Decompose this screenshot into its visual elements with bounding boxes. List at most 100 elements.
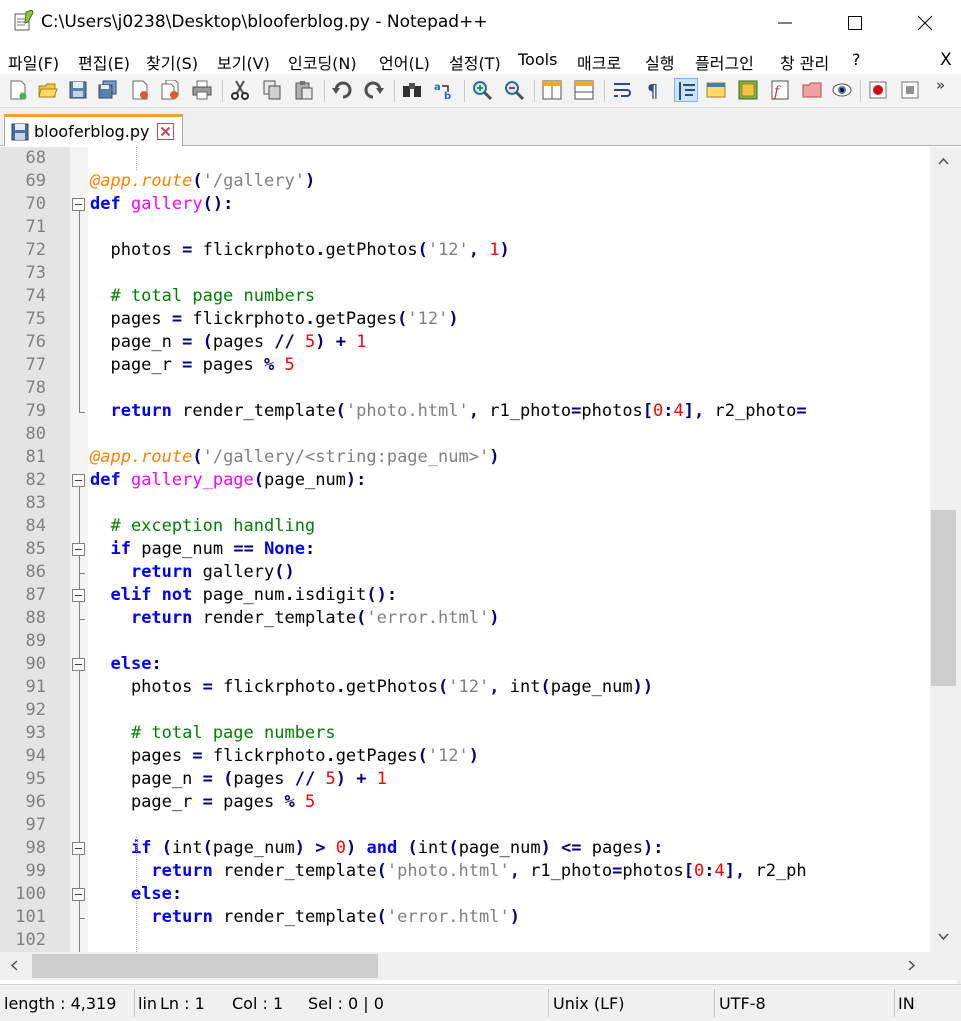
- cut-icon[interactable]: [228, 78, 252, 102]
- code-line[interactable]: 93 # total page numbers: [0, 722, 930, 745]
- zoom-in-icon[interactable]: [470, 78, 494, 102]
- tab-blooferblog[interactable]: blooferblog.py: [4, 114, 183, 146]
- code-line[interactable]: 76 page_n = (pages // 5) + 1: [0, 331, 930, 354]
- code-line[interactable]: 78: [0, 377, 930, 400]
- close-window-button[interactable]: [890, 0, 960, 46]
- code-line[interactable]: 89: [0, 630, 930, 653]
- code-line[interactable]: 87 elif not page_num.isdigit():: [0, 584, 930, 607]
- horizontal-scrollbar[interactable]: [0, 952, 930, 980]
- status-encoding[interactable]: UTF-8: [719, 994, 766, 1013]
- scroll-up-icon[interactable]: [938, 157, 949, 165]
- doc-map-icon[interactable]: [736, 78, 760, 102]
- code-line[interactable]: 96 page_r = pages % 5: [0, 791, 930, 814]
- menu-help[interactable]: ?: [852, 50, 861, 69]
- code-line[interactable]: 82 def gallery_page(page_num):: [0, 469, 930, 492]
- scroll-down-icon[interactable]: [938, 933, 949, 941]
- record-macro-icon[interactable]: [866, 78, 890, 102]
- code-line[interactable]: 91 photos = flickrphoto.getPhotos('12', …: [0, 676, 930, 699]
- show-all-chars-icon[interactable]: ¶: [642, 78, 666, 102]
- scroll-right-icon[interactable]: [908, 960, 916, 971]
- fold-toggle-icon[interactable]: [72, 888, 85, 901]
- menu-settings[interactable]: 설정(T): [449, 50, 501, 74]
- menu-plugins[interactable]: 플러그인: [695, 50, 754, 74]
- sync-horizontal-icon[interactable]: [572, 78, 596, 102]
- function-list-icon[interactable]: f: [768, 78, 792, 102]
- redo-icon[interactable]: [362, 78, 386, 102]
- fold-toggle-icon[interactable]: [72, 842, 85, 855]
- new-file-icon[interactable]: [6, 78, 30, 102]
- code-line[interactable]: 99 return render_template('photo.html', …: [0, 860, 930, 883]
- minimize-button[interactable]: [750, 0, 820, 46]
- word-wrap-icon[interactable]: [610, 78, 634, 102]
- code-line[interactable]: 81 @app.route('/gallery/<string:page_num>…: [0, 446, 930, 469]
- code-line[interactable]: 72 photos = flickrphoto.getPhotos('12', …: [0, 239, 930, 262]
- code-line[interactable]: 94 pages = flickrphoto.getPages('12'): [0, 745, 930, 768]
- fold-toggle-icon[interactable]: [72, 658, 85, 671]
- vertical-scroll-thumb[interactable]: [931, 510, 956, 686]
- scroll-left-icon[interactable]: [10, 960, 18, 971]
- code-line[interactable]: 69 @app.route('/gallery'): [0, 170, 930, 193]
- vertical-scrollbar[interactable]: [930, 147, 957, 952]
- code-line[interactable]: 88 return render_template('error.html'): [0, 607, 930, 630]
- code-line[interactable]: 101 return render_template('error.html'): [0, 906, 930, 929]
- menu-window[interactable]: 창 관리: [780, 50, 829, 74]
- user-language-icon[interactable]: [704, 78, 728, 102]
- folder-workspace-icon[interactable]: [800, 78, 824, 102]
- code-line[interactable]: 84 # exception handling: [0, 515, 930, 538]
- menu-run[interactable]: 실행: [645, 50, 674, 74]
- horizontal-scroll-thumb[interactable]: [32, 954, 378, 978]
- code-line[interactable]: 98 if (int(page_num) > 0) and (int(page_…: [0, 837, 930, 860]
- save-all-icon[interactable]: [96, 78, 120, 102]
- code-line[interactable]: 95 page_n = (pages // 5) + 1: [0, 768, 930, 791]
- close-file-icon[interactable]: [128, 78, 152, 102]
- code-editor[interactable]: 68 69 @app.route('/gallery') 70 def gallery(…: [0, 147, 930, 952]
- code-line[interactable]: 79 return render_template('photo.html', …: [0, 400, 930, 423]
- code-line[interactable]: 73: [0, 262, 930, 285]
- code-line[interactable]: 97: [0, 814, 930, 837]
- menu-macro[interactable]: 매크로: [577, 50, 621, 74]
- find-icon[interactable]: [400, 78, 424, 102]
- code-line[interactable]: 71: [0, 216, 930, 239]
- tab-close-icon[interactable]: [157, 123, 174, 140]
- menu-file[interactable]: 파일(F): [8, 50, 59, 74]
- menu-view[interactable]: 보기(V): [217, 50, 270, 74]
- code-line[interactable]: 80: [0, 423, 930, 446]
- code-line[interactable]: 85 if page_num == None:: [0, 538, 930, 561]
- print-icon[interactable]: [190, 78, 214, 102]
- menu-search[interactable]: 찾기(S): [146, 50, 198, 74]
- code-line[interactable]: 90 else:: [0, 653, 930, 676]
- monitoring-icon[interactable]: [830, 78, 854, 102]
- code-line[interactable]: 102: [0, 929, 930, 952]
- close-all-icon[interactable]: [158, 78, 182, 102]
- sync-vertical-icon[interactable]: [540, 78, 564, 102]
- menu-language[interactable]: 언어(L): [379, 50, 430, 74]
- code-line[interactable]: 70 def gallery():: [0, 193, 930, 216]
- menu-tools[interactable]: Tools: [518, 50, 557, 69]
- indent-guide-icon[interactable]: [674, 78, 698, 102]
- code-line[interactable]: 92: [0, 699, 930, 722]
- code-line[interactable]: 74 # total page numbers: [0, 285, 930, 308]
- code-line[interactable]: 68: [0, 147, 930, 170]
- zoom-out-icon[interactable]: [502, 78, 526, 102]
- stop-macro-icon[interactable]: [898, 78, 922, 102]
- fold-toggle-icon[interactable]: [72, 474, 85, 487]
- save-icon[interactable]: [66, 78, 90, 102]
- code-line[interactable]: 77 page_r = pages % 5: [0, 354, 930, 377]
- fold-toggle-icon[interactable]: [72, 543, 85, 556]
- menu-edit[interactable]: 편집(E): [78, 50, 130, 74]
- replace-icon[interactable]: ab: [432, 78, 456, 102]
- code-line[interactable]: 100 else:: [0, 883, 930, 906]
- fold-toggle-icon[interactable]: [72, 198, 85, 211]
- open-file-icon[interactable]: [36, 78, 60, 102]
- close-document-button[interactable]: X: [940, 50, 952, 70]
- paste-icon[interactable]: [292, 78, 316, 102]
- maximize-button[interactable]: [820, 0, 890, 46]
- copy-icon[interactable]: [260, 78, 284, 102]
- code-line[interactable]: 83: [0, 492, 930, 515]
- status-eol[interactable]: Unix (LF): [553, 994, 624, 1013]
- code-line[interactable]: 75 pages = flickrphoto.getPages('12'): [0, 308, 930, 331]
- code-line[interactable]: 86 return gallery(): [0, 561, 930, 584]
- toolbar-overflow-chevron[interactable]: »: [936, 76, 945, 94]
- fold-toggle-icon[interactable]: [72, 589, 85, 602]
- menu-encoding[interactable]: 인코딩(N): [288, 50, 357, 74]
